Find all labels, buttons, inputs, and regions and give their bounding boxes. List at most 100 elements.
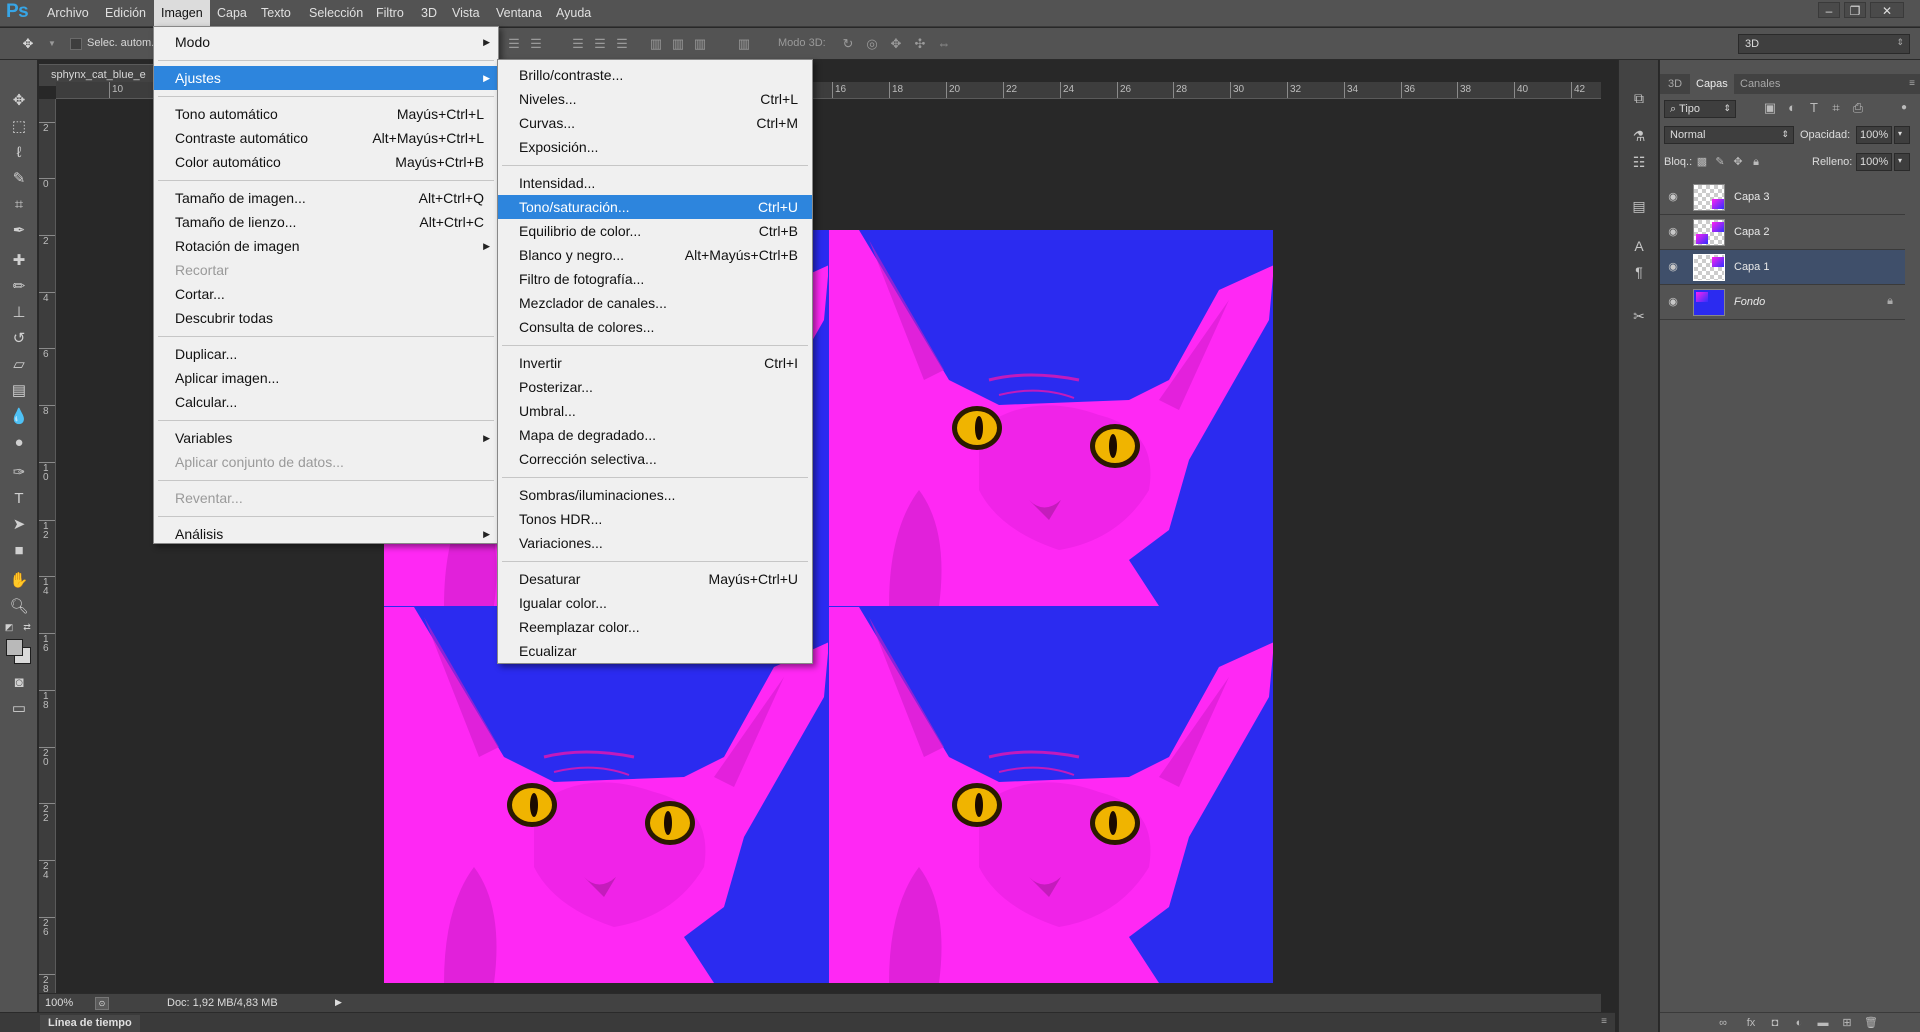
slide-3d-icon[interactable]: ✣ bbox=[912, 36, 928, 52]
swap-colors-icon[interactable]: ⇄ bbox=[22, 616, 32, 638]
hand-tool-icon[interactable]: ✋ bbox=[7, 570, 31, 592]
zoom-level[interactable]: 100% bbox=[45, 997, 73, 1009]
blend-mode-select[interactable]: Normal ⇕ bbox=[1664, 126, 1794, 144]
history-brush-tool-icon[interactable]: ↺ bbox=[7, 328, 31, 350]
move-tool-preset-icon[interactable]: ✥ bbox=[20, 36, 36, 52]
eyedropper-tool-icon[interactable]: ✒ bbox=[7, 220, 31, 242]
gradient-tool-icon[interactable]: ▤ bbox=[7, 380, 31, 402]
distribute-bottom-icon[interactable]: ☰ bbox=[614, 36, 630, 52]
new-adjustment-layer-icon[interactable]: ◐ bbox=[1792, 1016, 1806, 1030]
menu-item-color-automatico[interactable]: Color automático Mayús+Ctrl+B bbox=[154, 150, 498, 174]
menu-capa[interactable]: Capa bbox=[210, 0, 254, 27]
submenu-item-filtro-de-fotografia[interactable]: Filtro de fotografía... bbox=[498, 267, 812, 291]
menu-item-tamano-de-lienzo[interactable]: Tamaño de lienzo... Alt+Ctrl+C bbox=[154, 210, 498, 234]
layer-row-fondo[interactable]: ◉ Fondo 🔒︎ bbox=[1660, 285, 1905, 320]
align-top-icon[interactable]: ☰ bbox=[506, 36, 522, 52]
menu-item-analisis[interactable]: Análisis ▶ bbox=[154, 522, 498, 546]
submenu-item-curvas[interactable]: Curvas... Ctrl+M bbox=[498, 111, 812, 135]
path-selection-tool-icon[interactable]: ➤ bbox=[7, 514, 31, 536]
restore-icon[interactable]: ❐ bbox=[1844, 2, 1866, 18]
filter-type-icon[interactable]: T bbox=[1806, 100, 1822, 116]
menu-seleccion[interactable]: Selección bbox=[302, 0, 370, 27]
link-layers-icon[interactable]: ∞ bbox=[1716, 1016, 1730, 1030]
menu-filtro[interactable]: Filtro bbox=[369, 0, 411, 27]
move-tool-icon[interactable]: ✥ bbox=[7, 90, 31, 112]
distribute-hcenter-icon[interactable]: ▥ bbox=[670, 36, 686, 52]
menu-item-tamano-de-imagen[interactable]: Tamaño de imagen... Alt+Ctrl+Q bbox=[154, 186, 498, 210]
clone-stamp-tool-icon[interactable]: ⊥ bbox=[7, 302, 31, 324]
lock-position-icon[interactable]: ✥ bbox=[1730, 154, 1746, 170]
filter-shape-icon[interactable]: ⌗ bbox=[1828, 100, 1844, 116]
submenu-item-mapa-de-degradado[interactable]: Mapa de degradado... bbox=[498, 423, 812, 447]
distribute-left-icon[interactable]: ▥ bbox=[648, 36, 664, 52]
submenu-item-umbral[interactable]: Umbral... bbox=[498, 399, 812, 423]
submenu-item-consulta-de-colores[interactable]: Consulta de colores... bbox=[498, 315, 812, 339]
healing-brush-tool-icon[interactable]: ✚ bbox=[7, 250, 31, 272]
submenu-item-correccion-selectiva[interactable]: Corrección selectiva... bbox=[498, 447, 812, 471]
close-icon[interactable]: ✕ bbox=[1870, 2, 1904, 18]
submenu-item-variaciones[interactable]: Variaciones... bbox=[498, 531, 812, 555]
layer-row-capa-3[interactable]: ◉ Capa 3 bbox=[1660, 180, 1905, 215]
menu-item-duplicar[interactable]: Duplicar... bbox=[154, 342, 498, 366]
distribute-top-icon[interactable]: ☰ bbox=[570, 36, 586, 52]
menu-archivo[interactable]: Archivo bbox=[40, 0, 96, 27]
submenu-item-invertir[interactable]: Invertir Ctrl+I bbox=[498, 351, 812, 375]
character-panel-icon[interactable]: A bbox=[1629, 236, 1649, 256]
opacity-input[interactable]: 100% bbox=[1856, 126, 1892, 144]
lock-pixels-icon[interactable]: ✎ bbox=[1712, 154, 1728, 170]
menu-item-tono-automatico[interactable]: Tono automático Mayús+Ctrl+L bbox=[154, 102, 498, 126]
fill-input[interactable]: 100% bbox=[1856, 153, 1892, 171]
filter-toggle-icon[interactable]: ● bbox=[1896, 100, 1912, 116]
paragraph-panel-icon[interactable]: ¶ bbox=[1629, 262, 1649, 282]
submenu-item-exposicion[interactable]: Exposición... bbox=[498, 135, 812, 159]
submenu-item-brillo-contraste[interactable]: Brillo/contraste... bbox=[498, 63, 812, 87]
tool-presets-icon[interactable]: ✂ bbox=[1629, 306, 1649, 326]
menu-ayuda[interactable]: Ayuda bbox=[549, 0, 598, 27]
menu-item-descubrir-todas[interactable]: Descubrir todas bbox=[154, 306, 498, 330]
workspace-select[interactable]: 3D ⇕ bbox=[1738, 34, 1910, 54]
tab-capas[interactable]: Capas bbox=[1690, 74, 1734, 94]
properties-panel-icon[interactable]: ☷ bbox=[1629, 152, 1649, 172]
menu-item-variables[interactable]: Variables ▶ bbox=[154, 426, 498, 450]
filter-adjustment-icon[interactable]: ◐ bbox=[1784, 100, 1800, 116]
submenu-item-sombras-iluminaciones[interactable]: Sombras/iluminaciones... bbox=[498, 483, 812, 507]
submenu-item-tono-saturacion[interactable]: Tono/saturación... Ctrl+U bbox=[498, 195, 812, 219]
rotate-3d-icon[interactable]: ↻ bbox=[840, 36, 856, 52]
eye-icon[interactable]: ◉ bbox=[1666, 295, 1680, 309]
filter-smart-object-icon[interactable]: ⎙ bbox=[1850, 100, 1866, 116]
scale-3d-icon[interactable]: ⇔ bbox=[936, 36, 952, 52]
default-colors-icon[interactable]: ◩ bbox=[4, 616, 14, 638]
marquee-tool-icon[interactable]: ⬚ bbox=[7, 116, 31, 138]
foreground-color-swatch[interactable] bbox=[6, 639, 23, 656]
menu-item-aplicar-imagen[interactable]: Aplicar imagen... bbox=[154, 366, 498, 390]
pen-tool-icon[interactable]: ✑ bbox=[7, 462, 31, 484]
menu-item-rotacion-de-imagen[interactable]: Rotación de imagen ▶ bbox=[154, 234, 498, 258]
blur-tool-icon[interactable]: 💧 bbox=[7, 406, 31, 428]
type-tool-icon[interactable]: T bbox=[7, 488, 31, 510]
submenu-item-reemplazar-color[interactable]: Reemplazar color... bbox=[498, 615, 812, 639]
eye-icon[interactable]: ◉ bbox=[1666, 225, 1680, 239]
delete-layer-icon[interactable]: 🗑︎ bbox=[1864, 1016, 1878, 1030]
submenu-item-tonos-hdr[interactable]: Tonos HDR... bbox=[498, 507, 812, 531]
eraser-tool-icon[interactable]: ▱ bbox=[7, 354, 31, 376]
layer-filter-select[interactable]: ⌕ Tipo ⇕ bbox=[1664, 100, 1736, 118]
submenu-item-niveles[interactable]: Niveles... Ctrl+L bbox=[498, 87, 812, 111]
distribute-right-icon[interactable]: ▥ bbox=[692, 36, 708, 52]
new-layer-icon[interactable]: ⊞ bbox=[1840, 1016, 1854, 1030]
tab-3d[interactable]: 3D bbox=[1662, 74, 1688, 94]
status-menu-arrow-icon[interactable]: ▶ bbox=[335, 997, 342, 1008]
menu-ventana[interactable]: Ventana bbox=[489, 0, 549, 27]
lock-all-icon[interactable]: 🔒︎ bbox=[1748, 154, 1764, 170]
submenu-item-igualar-color[interactable]: Igualar color... bbox=[498, 591, 812, 615]
history-panel-icon[interactable]: ⧉ bbox=[1629, 88, 1649, 108]
filter-pixel-icon[interactable]: ▣ bbox=[1762, 100, 1778, 116]
menu-texto[interactable]: Texto bbox=[254, 0, 298, 27]
submenu-item-equilibrio-de-color[interactable]: Equilibrio de color... Ctrl+B bbox=[498, 219, 812, 243]
minimize-icon[interactable]: – bbox=[1818, 2, 1840, 18]
rectangle-tool-icon[interactable]: ■ bbox=[7, 540, 31, 562]
tab-canales[interactable]: Canales bbox=[1734, 74, 1786, 94]
crop-tool-icon[interactable]: ⌗ bbox=[7, 194, 31, 216]
menu-item-contraste-automatico[interactable]: Contraste automático Alt+Mayús+Ctrl+L bbox=[154, 126, 498, 150]
auto-align-icon[interactable]: ▥ bbox=[736, 36, 752, 52]
menu-edicion[interactable]: Edición bbox=[98, 0, 153, 27]
